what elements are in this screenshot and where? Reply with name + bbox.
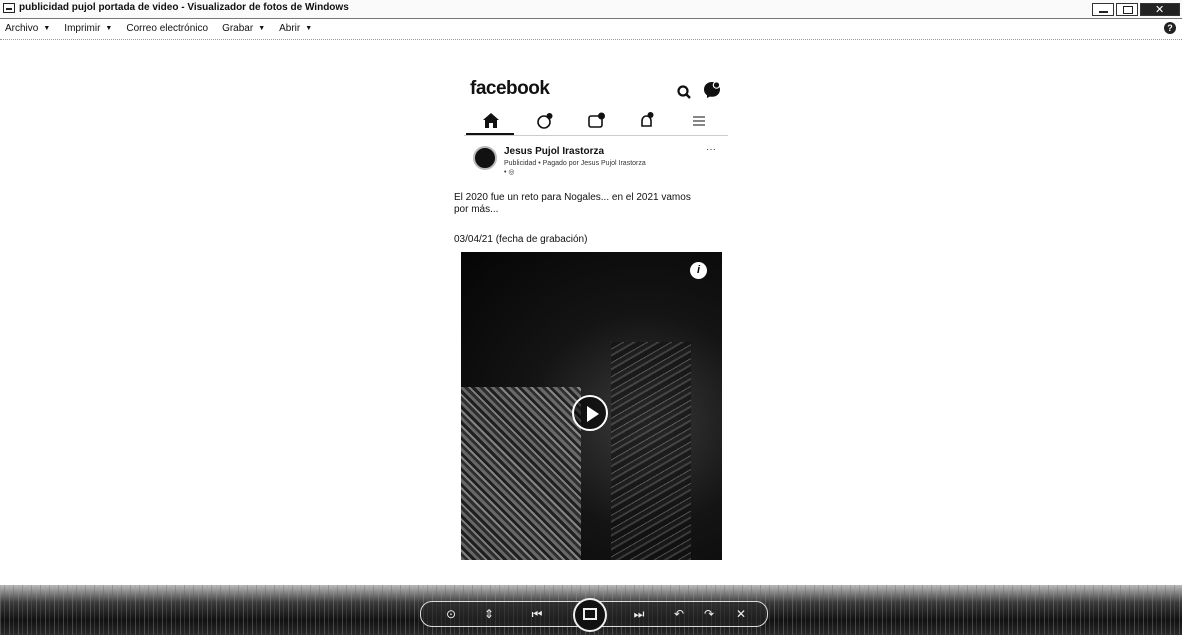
window-controls [1092, 1, 1180, 17]
watch-icon [588, 112, 605, 128]
facebook-header: facebook [470, 76, 722, 106]
home-icon [483, 113, 499, 128]
zoom-icon[interactable]: ⊙ [443, 606, 459, 622]
close-button[interactable] [1140, 2, 1180, 16]
delete-icon[interactable]: ✕ [733, 606, 749, 622]
menu-bar: Archivo ▼ Imprimir ▼ Correo electrónico … [0, 19, 1182, 40]
chevron-down-icon: ▼ [43, 25, 51, 32]
help-icon[interactable]: ? [1164, 22, 1176, 34]
chevron-down-icon: ▼ [305, 25, 313, 32]
notifications-icon [641, 112, 654, 127]
video-thumbnail: i [461, 252, 722, 560]
menu-icon [693, 116, 705, 126]
slideshow-button[interactable] [573, 598, 607, 632]
facebook-nav [464, 108, 728, 136]
facebook-logo: facebook [470, 78, 550, 99]
post-date: 03/04/21 (fecha de grabación) [454, 234, 588, 245]
nav-divider [464, 135, 728, 136]
displayed-photo: facebook Jesus Pujol Irastorza Publicida… [454, 72, 728, 564]
menu-grabar[interactable]: Grabar ▼ [222, 23, 265, 34]
post-text: El 2020 fue un reto para Nogales... en e… [454, 192, 691, 215]
search-icon [677, 85, 691, 99]
minimize-button[interactable] [1092, 2, 1114, 16]
title-bar: publicidad pujol portada de video - Visu… [0, 0, 1182, 19]
previous-icon[interactable]: ⏮ [529, 606, 545, 622]
maximize-button[interactable] [1116, 2, 1138, 16]
friends-icon [537, 113, 553, 129]
actual-size-icon[interactable]: ⇕ [481, 606, 497, 622]
menu-abrir[interactable]: Abrir ▼ [279, 23, 312, 34]
next-icon[interactable]: ⏭ [631, 606, 647, 622]
menu-correo[interactable]: Correo electrónico [126, 23, 208, 34]
menu-imprimir[interactable]: Imprimir ▼ [64, 23, 112, 34]
rotate-right-icon[interactable]: ↷ [701, 606, 717, 622]
more-options-icon: ··· [706, 144, 716, 155]
chevron-down-icon: ▼ [258, 25, 266, 32]
rotate-left-icon[interactable]: ↶ [671, 606, 687, 622]
post-header: Jesus Pujol Irastorza Publicidad • Pagad… [470, 144, 722, 184]
chevron-down-icon: ▼ [105, 25, 113, 32]
info-icon: i [690, 262, 707, 279]
menu-archivo[interactable]: Archivo ▼ [5, 23, 50, 34]
photo-viewer-icon [3, 3, 15, 13]
messenger-icon [704, 81, 721, 98]
globe-icon: • ◎ [504, 169, 515, 176]
avatar [473, 146, 497, 170]
window-title: publicidad pujol portada de video - Visu… [19, 2, 349, 13]
video-frame-texture [461, 387, 581, 560]
post-meta: Publicidad • Pagado por Jesus Pujol Iras… [504, 159, 704, 177]
post-author: Jesus Pujol Irastorza [504, 146, 605, 157]
play-icon [572, 395, 608, 431]
video-frame-figure [611, 342, 691, 560]
